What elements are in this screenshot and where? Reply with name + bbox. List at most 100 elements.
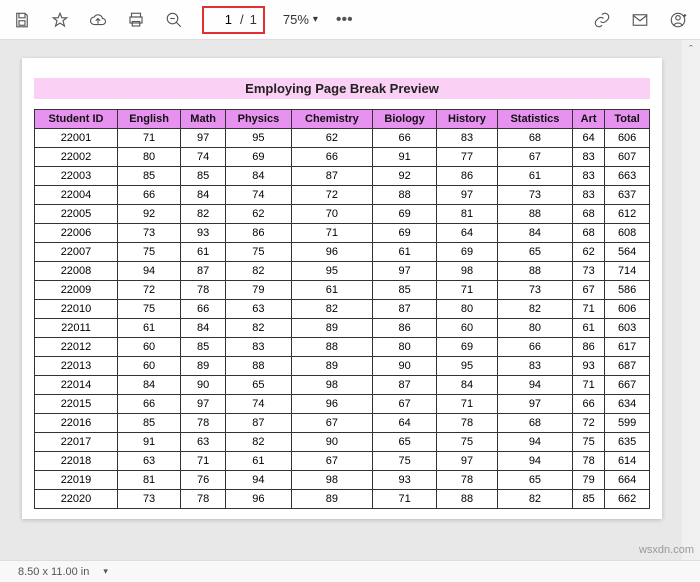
cell-id: 22020 — [35, 490, 118, 509]
column-header: English — [117, 110, 180, 129]
table-row: 220038585848792866183663 — [35, 167, 650, 186]
scrollbar-track[interactable]: ˆ — [682, 40, 700, 560]
cell-value: 68 — [497, 129, 572, 148]
cell-id: 22011 — [35, 319, 118, 338]
cell-value: 85 — [117, 414, 180, 433]
cell-value: 63 — [117, 452, 180, 471]
cell-value: 71 — [572, 376, 604, 395]
page-current-input[interactable] — [210, 11, 234, 28]
column-header: Statistics — [497, 110, 572, 129]
cell-value: 81 — [437, 205, 498, 224]
cell-value: 687 — [605, 357, 650, 376]
cell-value: 86 — [572, 338, 604, 357]
cell-value: 96 — [226, 490, 292, 509]
cell-value: 85 — [181, 338, 226, 357]
table-row: 220089487829597988873714 — [35, 262, 650, 281]
cell-value: 73 — [117, 490, 180, 509]
chevron-down-icon: ▾ — [313, 14, 318, 25]
cell-value: 73 — [497, 281, 572, 300]
cell-value: 66 — [181, 300, 226, 319]
status-bar: 8.50 x 11.00 in ▾ — [0, 560, 700, 582]
cell-value: 81 — [117, 471, 180, 490]
cell-value: 63 — [181, 433, 226, 452]
cell-value: 74 — [226, 395, 292, 414]
cell-value: 614 — [605, 452, 650, 471]
cell-id: 22008 — [35, 262, 118, 281]
cell-value: 83 — [572, 148, 604, 167]
cell-value: 586 — [605, 281, 650, 300]
cell-value: 78 — [572, 452, 604, 471]
cell-value: 63 — [226, 300, 292, 319]
cloud-upload-icon[interactable] — [88, 10, 108, 30]
page-title: Employing Page Break Preview — [34, 78, 650, 99]
cell-value: 608 — [605, 224, 650, 243]
page-indicator[interactable]: / 1 — [202, 6, 265, 34]
cell-value: 61 — [117, 319, 180, 338]
cell-value: 62 — [226, 205, 292, 224]
table-row: 220168578876764786872599 — [35, 414, 650, 433]
cell-value: 73 — [497, 186, 572, 205]
cell-value: 96 — [291, 395, 372, 414]
cell-value: 93 — [181, 224, 226, 243]
save-icon[interactable] — [12, 10, 32, 30]
table-row: 220148490659887849471667 — [35, 376, 650, 395]
cell-id: 22015 — [35, 395, 118, 414]
cell-value: 75 — [117, 300, 180, 319]
cell-value: 75 — [226, 243, 292, 262]
cell-value: 88 — [497, 205, 572, 224]
cell-value: 86 — [437, 167, 498, 186]
cell-value: 637 — [605, 186, 650, 205]
print-icon[interactable] — [126, 10, 146, 30]
cell-value: 88 — [291, 338, 372, 357]
cell-value: 69 — [373, 224, 437, 243]
column-header: Physics — [226, 110, 292, 129]
cell-value: 62 — [572, 243, 604, 262]
cell-value: 94 — [497, 433, 572, 452]
chevron-down-icon[interactable]: ▾ — [103, 566, 108, 577]
cell-value: 65 — [497, 471, 572, 490]
cell-value: 89 — [291, 490, 372, 509]
cell-value: 76 — [181, 471, 226, 490]
profile-add-icon[interactable] — [668, 10, 688, 30]
cell-value: 90 — [373, 357, 437, 376]
zoom-out-icon[interactable] — [164, 10, 184, 30]
cell-value: 68 — [572, 224, 604, 243]
mail-icon[interactable] — [630, 10, 650, 30]
link-icon[interactable] — [592, 10, 612, 30]
column-header: Biology — [373, 110, 437, 129]
cell-value: 73 — [572, 262, 604, 281]
scroll-up-icon[interactable]: ˆ — [684, 44, 698, 58]
cell-value: 82 — [181, 205, 226, 224]
cell-value: 87 — [373, 376, 437, 395]
cell-value: 606 — [605, 300, 650, 319]
zoom-select[interactable]: 75% ▾ — [283, 12, 318, 27]
cell-id: 22005 — [35, 205, 118, 224]
cell-value: 66 — [572, 395, 604, 414]
cell-value: 61 — [181, 243, 226, 262]
cell-value: 97 — [181, 395, 226, 414]
table-row: 220107566638287808271606 — [35, 300, 650, 319]
star-icon[interactable] — [50, 10, 70, 30]
cell-value: 607 — [605, 148, 650, 167]
cell-value: 606 — [605, 129, 650, 148]
table-row: 220067393867169648468608 — [35, 224, 650, 243]
table-row: 220136089888990958393687 — [35, 357, 650, 376]
cell-id: 22003 — [35, 167, 118, 186]
cell-id: 22001 — [35, 129, 118, 148]
cell-value: 84 — [437, 376, 498, 395]
column-header: Math — [181, 110, 226, 129]
cell-value: 96 — [291, 243, 372, 262]
more-button[interactable]: ••• — [336, 11, 353, 29]
cell-value: 84 — [497, 224, 572, 243]
cell-value: 564 — [605, 243, 650, 262]
cell-value: 612 — [605, 205, 650, 224]
table-row: 220156697749667719766634 — [35, 395, 650, 414]
cell-value: 67 — [291, 414, 372, 433]
cell-value: 71 — [437, 281, 498, 300]
cell-value: 85 — [181, 167, 226, 186]
cell-id: 22019 — [35, 471, 118, 490]
cell-value: 68 — [572, 205, 604, 224]
cell-id: 22006 — [35, 224, 118, 243]
cell-value: 79 — [572, 471, 604, 490]
cell-value: 80 — [497, 319, 572, 338]
